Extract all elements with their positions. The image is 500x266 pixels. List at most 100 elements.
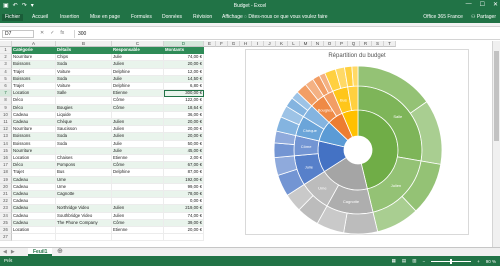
row-header-10[interactable]: 10 [0,111,12,119]
add-sheet-icon[interactable]: ⊕ [57,248,63,256]
table-cell[interactable]: Cadeau [12,198,56,206]
table-cell[interactable]: Côme [112,162,164,170]
table-cell[interactable]: Etienne [112,155,164,163]
table-cell[interactable]: Soda [56,133,112,141]
table-cell[interactable]: Julie [112,147,164,155]
table-cell[interactable]: 99,00 € [164,183,204,191]
column-header-k[interactable]: K [276,41,288,47]
page-layout-icon[interactable]: ▤ [402,258,406,264]
table-cell[interactable]: Julien [112,212,164,220]
tab-insertion[interactable]: Insertion [60,14,79,21]
zoom-in-icon[interactable]: + [477,259,480,264]
table-cell[interactable]: Cadeau [12,119,56,127]
column-header-m[interactable]: M [300,41,312,47]
table-cell[interactable] [112,198,164,206]
row-header-3[interactable]: 3 [0,61,12,69]
table-cell[interactable]: 39,00 € [164,219,204,227]
table-cell[interactable]: 74,00 € [164,54,204,62]
table-cell[interactable] [56,147,112,155]
table-cell[interactable]: Cadeau [12,191,56,199]
row-header-7[interactable]: 7 [0,90,12,98]
column-header-h[interactable]: H [240,41,252,47]
table-cell[interactable]: 192,00 € [164,176,204,184]
row-header-24[interactable]: 24 [0,212,12,220]
scroll-thumb[interactable] [494,51,499,141]
table-cell[interactable]: 0,00 € [164,198,204,206]
table-cell[interactable]: 20,00 € [164,133,204,141]
share-button[interactable]: ⚇ Partager [471,14,496,20]
table-cell[interactable]: Julien [112,61,164,69]
table-cell[interactable]: Cadeau [12,183,56,191]
table-cell[interactable]: 20,00 € [164,61,204,69]
table-cell[interactable]: Déco [12,162,56,170]
formula-input[interactable]: 300 [74,30,496,38]
table-cell[interactable] [56,198,112,206]
column-header-f[interactable]: F [216,41,228,47]
table-cell[interactable]: Julien [112,126,164,134]
tab-formules[interactable]: Formules [131,14,152,21]
empty-cell[interactable] [112,234,164,242]
table-cell[interactable]: Southbridge Video [56,212,112,220]
row-header-21[interactable]: 21 [0,191,12,199]
table-cell[interactable]: 50,00 € [164,140,204,148]
table-header-cell[interactable]: Montants [164,47,204,55]
row-header-6[interactable]: 6 [0,83,12,91]
table-cell[interactable]: Ume [56,176,112,184]
table-cell[interactable]: Delphine [112,83,164,91]
table-cell[interactable]: Bus [56,169,112,177]
column-header-t[interactable]: T [384,41,396,47]
row-header-22[interactable]: 22 [0,198,12,206]
table-cell[interactable]: 122,00 € [164,97,204,105]
column-header-o[interactable]: O [324,41,336,47]
column-header-j[interactable]: J [264,41,276,47]
table-cell[interactable]: 219,00 € [164,205,204,213]
tab-accueil[interactable]: Accueil [32,14,48,21]
table-cell[interactable]: Cagnotte [56,191,112,199]
table-cell[interactable]: Saucisson [56,126,112,134]
column-header-g[interactable]: G [228,41,240,47]
sunburst-leaf[interactable] [273,142,295,159]
sunburst-leaf[interactable] [343,211,379,235]
table-cell[interactable] [112,183,164,191]
table-cell[interactable]: 12,00 € [164,68,204,76]
table-header-cell[interactable]: Détails [56,47,112,55]
empty-cell[interactable] [164,234,204,242]
enter-icon[interactable]: ✓ [50,30,54,36]
table-cell[interactable]: Soda [56,75,112,83]
name-box[interactable]: D7 [2,30,34,38]
table-cell[interactable]: Chips [56,54,112,62]
zoom-slider[interactable] [431,258,472,264]
table-cell[interactable]: Cadeau [12,111,56,119]
table-cell[interactable]: Julien [112,133,164,141]
row-header-26[interactable]: 26 [0,227,12,235]
empty-cell[interactable] [56,234,112,242]
row-header-8[interactable]: 8 [0,97,12,105]
table-cell[interactable]: Location [12,227,56,235]
zoom-knob[interactable] [450,258,453,264]
table-cell[interactable]: Soda [56,140,112,148]
table-cell[interactable]: 20,00 € [164,119,204,127]
column-header-e[interactable]: E [204,41,216,47]
cancel-icon[interactable]: ✕ [40,30,44,36]
table-cell[interactable]: Soda [56,61,112,69]
table-cell[interactable]: 18,64 € [164,104,204,112]
row-header-11[interactable]: 11 [0,119,12,127]
sheet-tab-feuil1[interactable]: Feuil1 [28,248,53,256]
row-header-13[interactable]: 13 [0,133,12,141]
table-cell[interactable]: Cadeau [12,176,56,184]
tab-affichage[interactable]: Affichage [222,14,243,21]
table-cell[interactable]: Voiture [56,83,112,91]
table-cell[interactable]: Northridge Video [56,205,112,213]
tab-fichier[interactable]: Fichier [2,14,24,21]
table-cell[interactable]: Côme [112,219,164,227]
table-cell[interactable]: Etienne [112,90,164,98]
column-header-l[interactable]: L [288,41,300,47]
page-break-icon[interactable]: ▥ [412,258,416,264]
sunburst-leaf[interactable] [351,65,359,87]
sheet-next-icon[interactable]: ▶ [11,249,15,255]
table-cell[interactable] [112,191,164,199]
table-cell[interactable]: Côme [112,97,164,105]
table-cell[interactable]: Côme [112,104,164,112]
account-name[interactable]: Office 365 France [423,14,463,20]
table-cell[interactable]: Pompons [56,162,112,170]
